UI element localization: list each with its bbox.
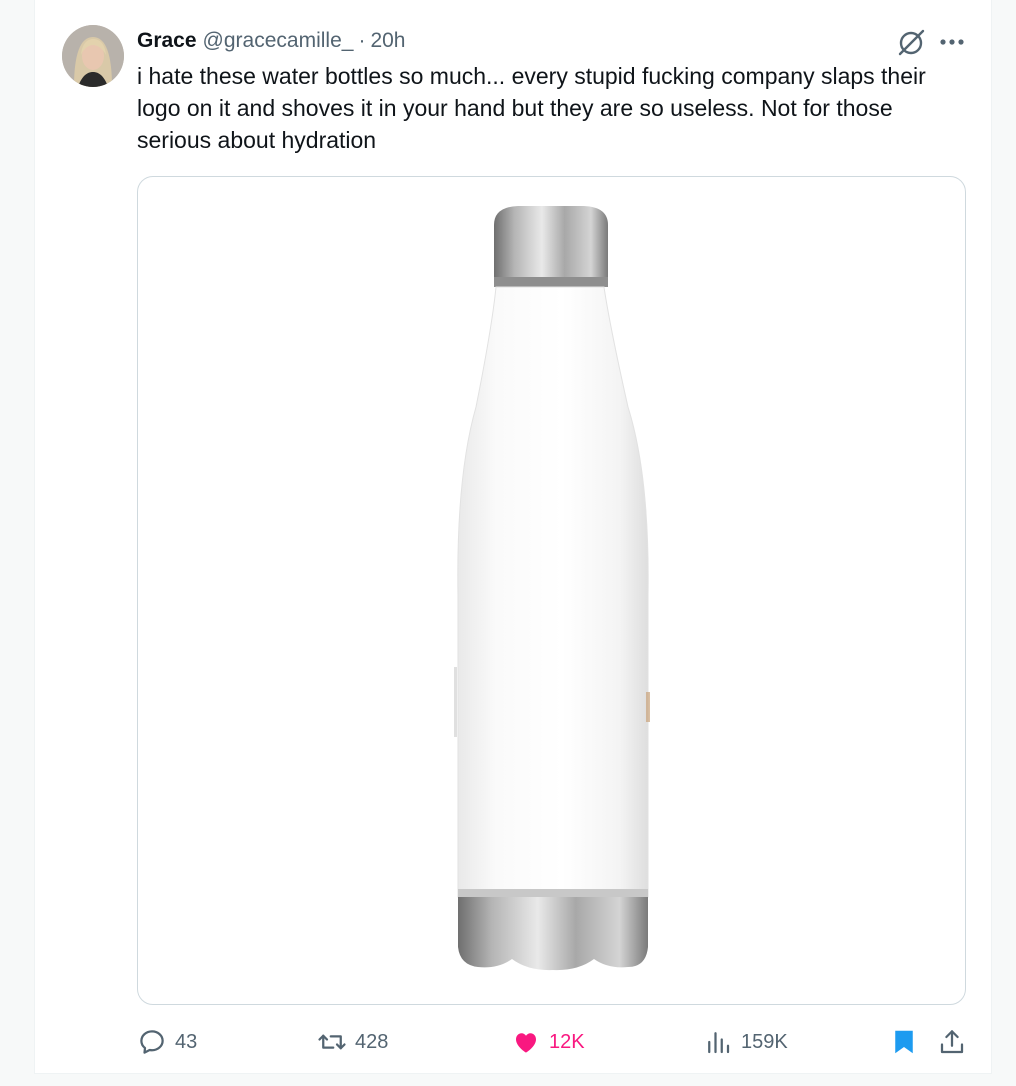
retweet-icon bbox=[318, 1034, 346, 1050]
views-count: 159K bbox=[741, 1030, 788, 1053]
share-button[interactable] bbox=[937, 1022, 975, 1062]
grok-icon[interactable] bbox=[895, 26, 927, 58]
tweet-header: Grace @gracecamille_ · 20h bbox=[137, 26, 405, 56]
share-icon bbox=[940, 1030, 964, 1054]
tweet-text: i hate these water bottles so much... ev… bbox=[137, 63, 926, 153]
tweet-card[interactable]: Grace @gracecamille_ · 20h i hate these … bbox=[34, 0, 992, 1074]
like-count: 12K bbox=[549, 1030, 585, 1053]
views-icon bbox=[708, 1032, 730, 1054]
tweet-timestamp[interactable]: 20h bbox=[370, 29, 405, 53]
heart-icon bbox=[516, 1033, 536, 1053]
retweet-button[interactable]: 428 bbox=[317, 1022, 388, 1062]
bookmark-icon bbox=[895, 1030, 913, 1054]
more-icon[interactable] bbox=[935, 26, 969, 58]
tweet-media-image[interactable] bbox=[137, 176, 966, 1005]
reply-count: 43 bbox=[175, 1030, 198, 1053]
views-button[interactable]: 159K bbox=[703, 1022, 788, 1062]
retweet-count: 428 bbox=[355, 1030, 389, 1053]
avatar[interactable] bbox=[62, 25, 124, 87]
water-bottle-image bbox=[454, 206, 650, 971]
author-handle[interactable]: @gracecamille_ bbox=[203, 29, 354, 53]
reply-button[interactable]: 43 bbox=[137, 1022, 197, 1062]
bookmark-button[interactable] bbox=[889, 1022, 927, 1062]
reply-icon bbox=[140, 1030, 164, 1054]
tweet-action-bar: 43 428 12K 159K bbox=[137, 1022, 969, 1062]
author-name[interactable]: Grace bbox=[137, 29, 197, 53]
header-separator: · bbox=[358, 29, 366, 52]
like-button[interactable]: 12K bbox=[511, 1022, 585, 1062]
